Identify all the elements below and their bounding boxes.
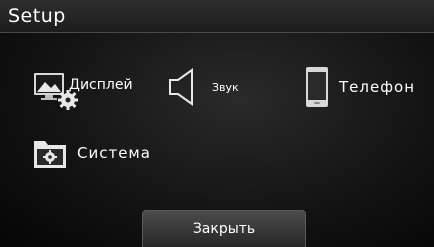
menu-item-phone[interactable]: Телефон: [305, 66, 415, 108]
menu-item-sound[interactable]: Звук: [168, 68, 239, 106]
title-bar: Setup: [0, 0, 434, 33]
setup-screen: Setup Дисплей Звук Телефон Система Закры…: [0, 0, 434, 247]
menu-item-system-label: Система: [77, 144, 151, 162]
close-button-label: Закрыть: [192, 221, 256, 237]
system-folder-icon: [33, 136, 67, 170]
menu-item-system[interactable]: Система: [33, 136, 151, 170]
page-title: Setup: [8, 5, 66, 27]
menu-item-display-label: Дисплей: [69, 77, 133, 93]
menu-item-phone-label: Телефон: [339, 78, 416, 96]
close-button[interactable]: Закрыть: [142, 210, 306, 247]
menu-item-display[interactable]: Дисплей: [33, 70, 133, 110]
phone-icon: [305, 66, 329, 108]
menu-item-sound-label: Звук: [212, 80, 239, 94]
speaker-icon: [168, 68, 198, 106]
